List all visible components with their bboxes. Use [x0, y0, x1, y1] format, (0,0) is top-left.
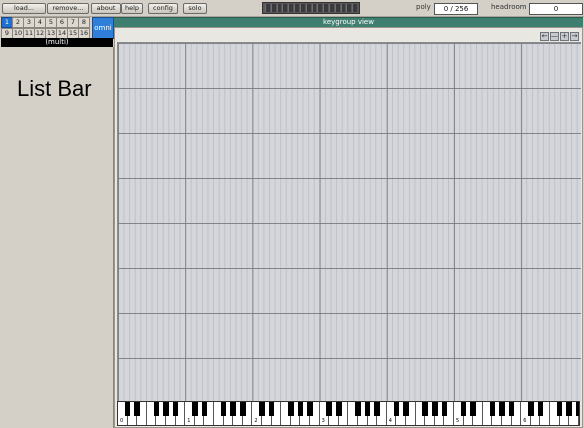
octave-label: 2	[254, 418, 258, 424]
black-key[interactable]	[297, 402, 304, 416]
help-button[interactable]: help	[121, 3, 143, 14]
list-bar: List Bar	[0, 47, 114, 428]
octave-label: 1	[187, 418, 191, 424]
black-key[interactable]	[460, 402, 467, 416]
black-key[interactable]	[172, 402, 179, 416]
black-key[interactable]	[191, 402, 198, 416]
black-key[interactable]	[364, 402, 371, 416]
black-key[interactable]	[307, 402, 313, 416]
load-button[interactable]: load...	[2, 3, 46, 14]
black-key[interactable]	[575, 402, 579, 416]
black-key[interactable]	[153, 402, 160, 416]
black-key[interactable]	[556, 402, 563, 416]
keygroup-grid[interactable]	[117, 42, 581, 401]
list-bar-title: List Bar	[17, 76, 92, 101]
keygroup-view-title: keygroup view	[114, 17, 583, 27]
black-key[interactable]	[489, 402, 496, 416]
scroll-left-icon[interactable]: ←	[540, 32, 549, 41]
black-key[interactable]	[374, 402, 381, 416]
headroom-label: headroom	[491, 3, 527, 11]
poly-label: poly	[416, 3, 431, 11]
zoom-out-icon[interactable]: —	[550, 32, 559, 41]
black-key[interactable]	[287, 402, 294, 416]
black-key[interactable]	[239, 402, 246, 416]
black-key[interactable]	[230, 402, 237, 416]
zoom-in-icon[interactable]: +	[560, 32, 569, 41]
remove-button[interactable]: remove...	[47, 3, 89, 14]
black-key[interactable]	[124, 402, 131, 416]
midi-channel-grid: 1 2 3 4 5 6 7 8 9 10 11 12 13 14 15 16	[1, 16, 91, 39]
black-key[interactable]	[335, 402, 342, 416]
black-key[interactable]	[259, 402, 265, 416]
black-key[interactable]	[134, 402, 141, 416]
black-key[interactable]	[422, 402, 429, 416]
about-button[interactable]: about	[91, 3, 121, 14]
channel-button-8[interactable]: 8	[78, 17, 90, 28]
black-key[interactable]	[326, 402, 333, 416]
black-key[interactable]	[393, 402, 400, 416]
black-key[interactable]	[470, 402, 477, 416]
black-key[interactable]	[499, 402, 505, 416]
octave-label: 3	[321, 418, 325, 424]
black-key[interactable]	[201, 402, 208, 416]
black-key[interactable]	[508, 402, 515, 416]
omni-button[interactable]: omni	[92, 17, 114, 39]
black-key[interactable]	[220, 402, 227, 416]
black-key[interactable]	[163, 402, 169, 416]
black-key[interactable]	[431, 402, 438, 416]
octave-label: 4	[388, 418, 392, 424]
poly-field: 0 / 256	[434, 3, 478, 15]
octave-label: 0	[120, 418, 124, 424]
solo-button[interactable]: solo	[183, 3, 207, 14]
toolbar: load... remove... about help config solo…	[0, 0, 584, 17]
black-key[interactable]	[268, 402, 275, 416]
black-key[interactable]	[566, 402, 573, 416]
black-key[interactable]	[537, 402, 544, 416]
octave-label: 6	[523, 418, 527, 424]
level-meter	[262, 2, 360, 14]
octave-label: 5	[456, 418, 460, 424]
black-key[interactable]	[403, 402, 409, 416]
piano-keyboard[interactable]: 0 1 2 3 4 5 6	[117, 401, 580, 426]
headroom-field[interactable]: 0	[529, 3, 583, 15]
black-key[interactable]	[441, 402, 448, 416]
black-key[interactable]	[355, 402, 361, 416]
black-key[interactable]	[527, 402, 534, 416]
config-button[interactable]: config	[148, 3, 178, 14]
multi-label: (multi)	[1, 38, 113, 47]
scroll-right-icon[interactable]: →	[570, 32, 579, 41]
